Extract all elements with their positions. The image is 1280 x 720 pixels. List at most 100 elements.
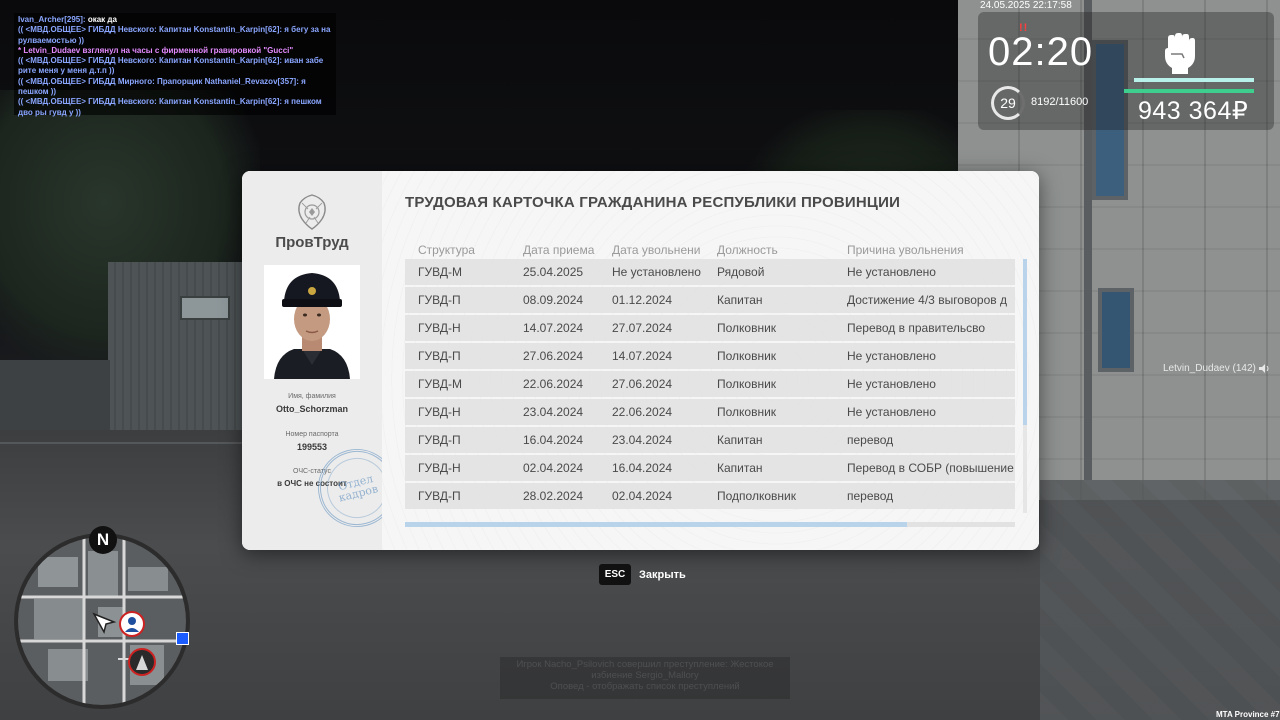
table-cell: 14.07.2024	[612, 349, 673, 363]
hud-clock: 02:20	[988, 30, 1094, 74]
table-cell: 23.04.2024	[612, 433, 673, 447]
column-header: Причина увольнения	[847, 243, 964, 257]
column-header: Дата приема	[523, 243, 595, 257]
table-row[interactable]: ГУВД-П 28.02.2024 02.04.2024 Подполковник пе…	[405, 483, 1015, 509]
table-row[interactable]: ГУВД-Н 14.07.2024 27.07.2024 Полковник Перев…	[405, 315, 1015, 341]
chat-message-text: (( <МВД.ОБЩЕЕ> ГИБДД Невского: Капитан K…	[18, 25, 331, 45]
player-nametag: Letvin_Dudaev (142)	[1163, 363, 1256, 374]
table-cell: 08.09.2024	[523, 293, 584, 307]
table-row[interactable]: ГУВД-П 27.06.2024 14.07.2024 Полковник Не ус…	[405, 343, 1015, 369]
hud-datetime: 24.05.2025 22:17:58	[980, 0, 1072, 11]
table-cell: 25.04.2025	[523, 265, 584, 279]
table-cell: ГУВД-Н	[418, 461, 461, 475]
table-cell: 22.06.2024	[612, 405, 673, 419]
speaker-icon	[1259, 364, 1269, 373]
table-cell: 22.06.2024	[523, 377, 584, 391]
fist-icon	[1165, 33, 1195, 74]
table-row[interactable]: ГУВД-М 22.06.2024 27.06.2024 Полковник Не ус…	[405, 371, 1015, 397]
table-row[interactable]: ГУВД-П 16.04.2024 23.04.2024 Капитан перевод	[405, 427, 1015, 453]
chat-message-text: (( <МВД.ОБЩЕЕ> ГИБДД Невского: Капитан K…	[18, 56, 324, 76]
table-cell: 02.04.2024	[523, 461, 584, 475]
table-cell: Капитан	[717, 293, 763, 307]
chat-message: (( <МВД.ОБЩЕЕ> ГИБДД Невского: Капитан K…	[18, 25, 332, 46]
table-cell: ГУВД-М	[418, 377, 462, 391]
table-cell: ГУВД-М	[418, 265, 462, 279]
table-cell: перевод	[847, 433, 894, 447]
table-cell: ГУВД-П	[418, 489, 461, 503]
table-cell: ГУВД-П	[418, 349, 461, 363]
minimap-north-indicator: N	[89, 526, 117, 554]
table-cell: 02.04.2024	[612, 489, 673, 503]
table-cell: 01.12.2024	[612, 293, 673, 307]
table-cell: 27.07.2024	[612, 321, 673, 335]
table-row[interactable]: ГУВД-Н 23.04.2024 22.06.2024 Полковник Не ус…	[405, 399, 1015, 425]
table-cell: Рядовой	[717, 265, 765, 279]
table-cell: Перевод в правительсво	[847, 321, 986, 335]
chat-message-text: Ivan_Archer[295]:	[18, 15, 86, 24]
chat-message-text: (( <МВД.ОБЩЕЕ> ГИБДД Невского: Капитан K…	[18, 97, 322, 117]
card-profile-panel: ПровТруд Имя, фамилия Otto_Schorzman Ном…	[242, 171, 405, 550]
chat-message-text: * Letvin_Dudaev взглянул на часы с фирме…	[18, 45, 294, 55]
table-cell: Не установлено	[847, 349, 936, 363]
waypoint-icon	[128, 648, 156, 676]
table-cell: ГУВД-П	[418, 293, 461, 307]
armor-bar	[1124, 89, 1254, 93]
table-cell: Достижение 4/3 выговоров д	[847, 293, 1007, 307]
stamp-text-line2: кадров	[337, 482, 380, 505]
table-cell: ГУВД-Н	[418, 405, 461, 419]
server-name: MTA Province #7	[1216, 710, 1280, 719]
stamp-text-line1: Отдел	[336, 472, 375, 494]
chat-message: Ivan_Archer[295]: окак да	[18, 15, 332, 25]
table-cell: 14.07.2024	[523, 321, 584, 335]
table-row[interactable]: ГУВД-Н 02.04.2024 16.04.2024 Капитан Перевод…	[405, 455, 1015, 481]
chat-box: Ivan_Archer[295]: окак да(( <МВД.ОБЩЕЕ> …	[14, 13, 336, 118]
table-cell: Не установлено	[847, 405, 936, 419]
table-cell: 27.06.2024	[523, 349, 584, 363]
table-cell: Не установлено	[847, 265, 936, 279]
table-row[interactable]: ГУВД-П 08.09.2024 01.12.2024 Капитан Достиже…	[405, 287, 1015, 313]
vertical-scrollbar-thumb[interactable]	[1023, 259, 1027, 425]
table-cell: перевод	[847, 489, 894, 503]
notice-line: избиение Sergio_Mallory	[591, 670, 699, 681]
emblem-icon	[298, 194, 326, 230]
chat-message: (( <МВД.ОБЩЕЕ> ГИБДД Невского: Капитан K…	[18, 97, 332, 118]
level-badge: 29	[991, 86, 1025, 120]
employment-card-window: ПровТруд Имя, фамилия Otto_Schorzman Ном…	[242, 171, 1039, 550]
chat-message-text: окак да	[85, 15, 117, 24]
table-cell: Подполковник	[717, 489, 796, 503]
player-arrow-icon	[92, 612, 117, 634]
table-cell: 27.06.2024	[612, 377, 673, 391]
column-header: Структура	[418, 243, 475, 257]
chat-message-text: (( <МВД.ОБЩЕЕ> ГИБДД Мирного: Прапорщик …	[18, 76, 306, 97]
health-bar	[1134, 78, 1254, 82]
close-label[interactable]: Закрыть	[639, 569, 686, 581]
table-cell: 28.02.2024	[523, 489, 584, 503]
table-cell: 16.04.2024	[612, 461, 673, 475]
table-row[interactable]: ГУВД-М 25.04.2025 Не установлено Рядовой Не …	[405, 259, 1015, 285]
horizontal-scrollbar-thumb[interactable]	[405, 522, 907, 527]
table-cell: 23.04.2024	[523, 405, 584, 419]
experience-counter: 8192/11600	[1031, 96, 1089, 108]
notice-line: Оповед - отображать список преступлений	[550, 681, 740, 692]
column-header: Дата увольнени	[612, 243, 701, 257]
column-header: Должность	[717, 243, 778, 257]
table-cell: Не установлено	[612, 265, 701, 279]
table-cell: Полковник	[717, 349, 777, 363]
table-cell: 16.04.2024	[523, 433, 584, 447]
notice-line: Игрок Nacho_Psilovich совершил преступле…	[516, 659, 774, 670]
crime-notice: Игрок Nacho_Psilovich совершил преступле…	[500, 657, 790, 699]
passport-label: Номер паспорта	[285, 431, 339, 438]
map-marker-blue-square	[176, 632, 189, 645]
ministry-brand: ПровТруд	[275, 234, 349, 251]
table-cell: ГУВД-Н	[418, 321, 461, 335]
table-header: Структура Дата приема Дата увольнени Дол…	[405, 243, 1025, 259]
table-cell: Капитан	[717, 433, 763, 447]
esc-key-button[interactable]: ESC	[599, 564, 631, 585]
citizen-photo	[264, 265, 360, 379]
employment-history-table[interactable]: ГУВД-М 25.04.2025 Не установлено Рядовой Не …	[405, 259, 1015, 517]
chat-message: (( <МВД.ОБЩЕЕ> ГИБДД Невского: Капитан K…	[18, 56, 332, 77]
table-cell: Перевод в СОБР (повышение	[847, 461, 1014, 475]
name-value: Otto_Schorzman	[275, 404, 348, 414]
table-cell: Капитан	[717, 461, 763, 475]
chat-message: (( <МВД.ОБЩЕЕ> ГИБДД Мирного: Прапорщик …	[18, 77, 332, 98]
